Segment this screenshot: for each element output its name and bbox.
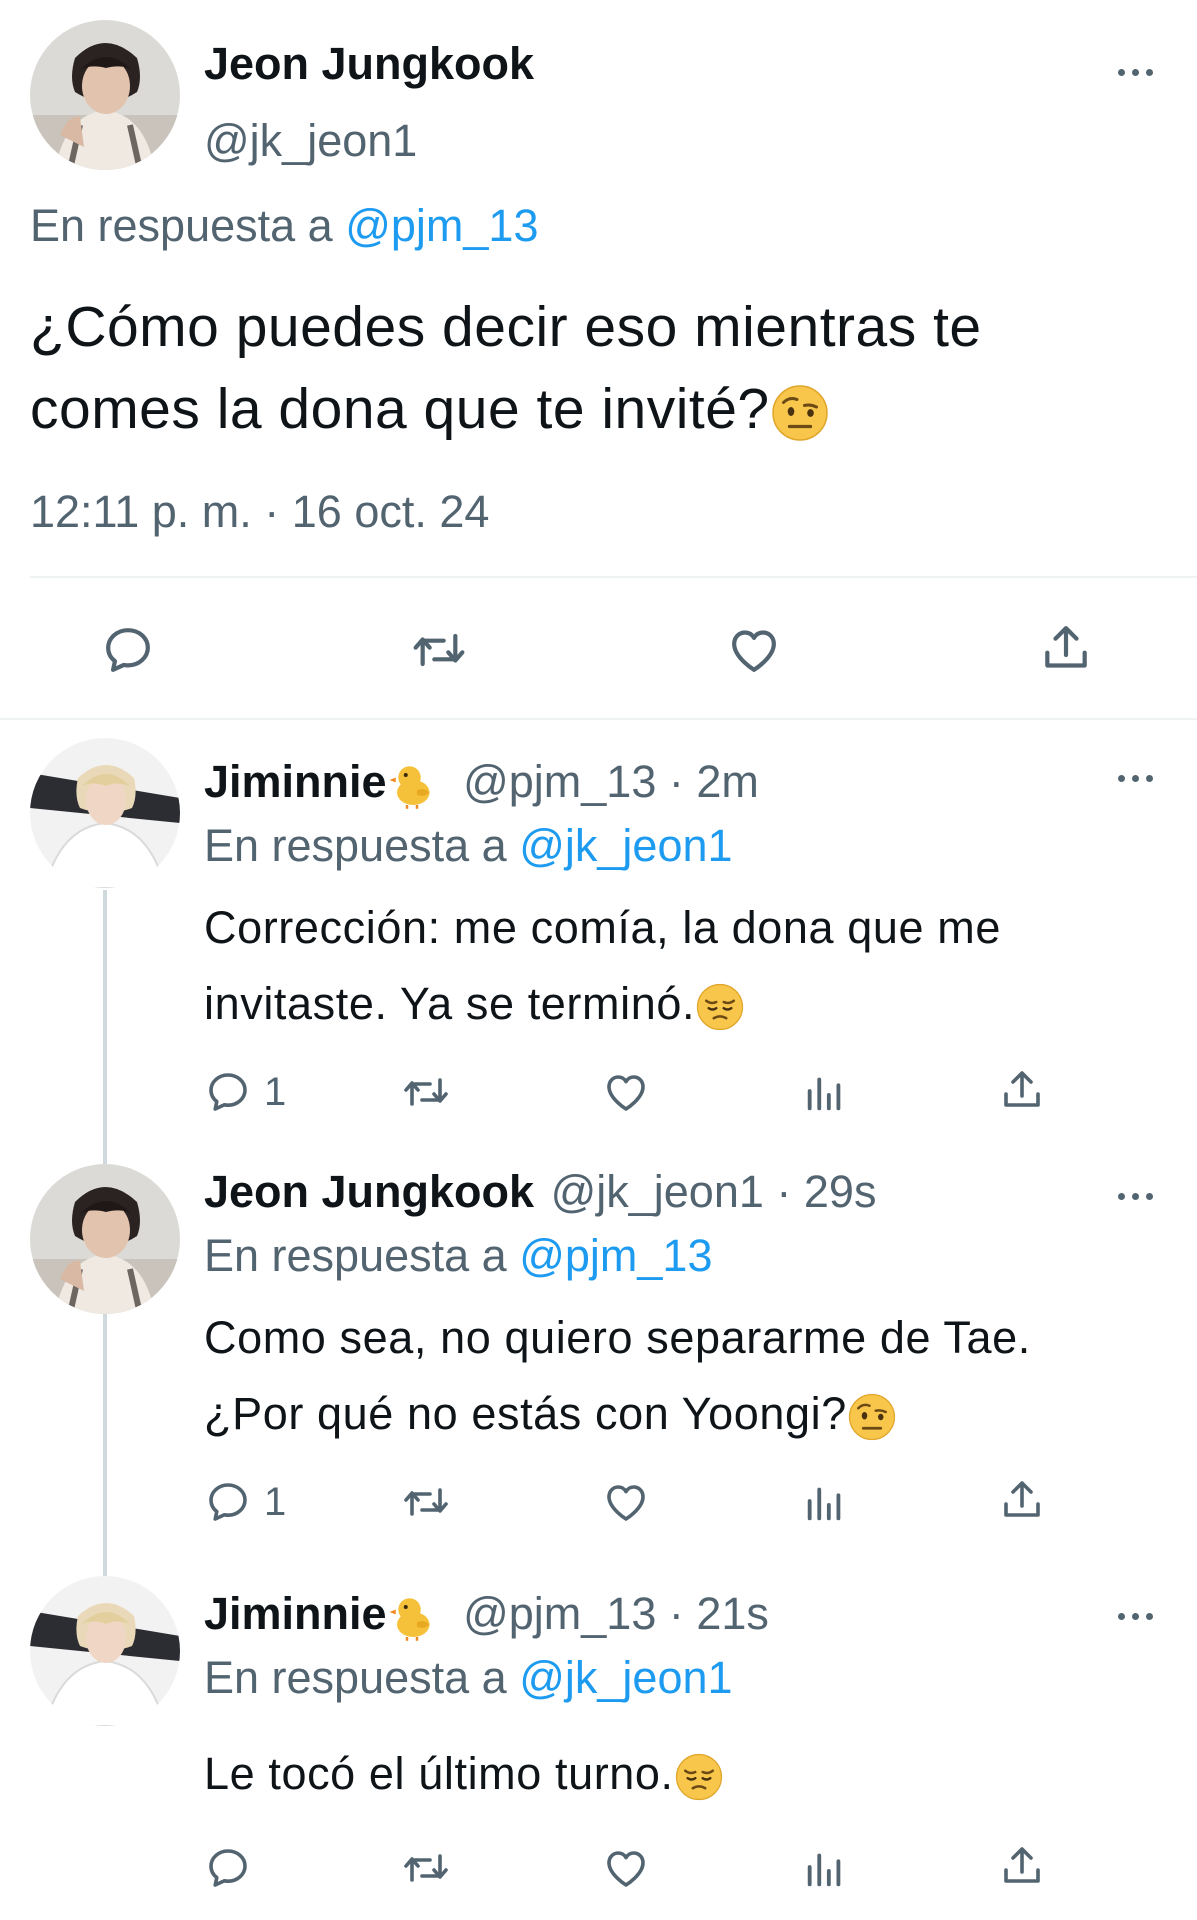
- face-with-raised-eyebrow-icon: [847, 1392, 897, 1442]
- face-with-raised-eyebrow-icon: [770, 383, 830, 443]
- share-icon[interactable]: [998, 1842, 1046, 1890]
- avatar[interactable]: [30, 738, 180, 888]
- avatar[interactable]: [30, 20, 180, 170]
- views-icon[interactable]: [802, 1480, 848, 1526]
- more-options-icon[interactable]: [1118, 66, 1158, 78]
- reply-icon[interactable]: [100, 622, 156, 678]
- reply-header: Jiminnie @pjm_13 · 21s: [204, 1588, 769, 1642]
- views-icon[interactable]: [802, 1070, 848, 1116]
- tweet-text-line-2: comes la dona que te invité?: [30, 377, 770, 441]
- author-display-name[interactable]: Jeon Jungkook: [204, 38, 534, 90]
- baby-chick-icon: [387, 760, 437, 810]
- more-options-icon[interactable]: [1118, 772, 1158, 784]
- tweet-text-line-2: invitaste. Ya se terminó.: [204, 978, 696, 1029]
- share-icon[interactable]: [1038, 620, 1094, 676]
- tweet-text: Le tocó el último turno.: [204, 1736, 724, 1812]
- author-handle[interactable]: @jk_jeon1: [204, 115, 417, 167]
- more-options-icon[interactable]: [1118, 1610, 1158, 1622]
- pensive-face-icon: [674, 1752, 724, 1802]
- reply-header: Jiminnie @pjm_13 · 2m: [204, 756, 759, 810]
- tweet-text-line: ¿Cómo puedes decir eso mientras te: [30, 295, 982, 359]
- reply-icon[interactable]: [204, 1844, 252, 1892]
- reply-context-prefix: En respuesta a: [204, 1230, 507, 1281]
- pensive-face-icon: [695, 982, 745, 1032]
- reply-count: 1: [264, 1480, 287, 1524]
- tweet-age[interactable]: · 29s: [776, 1166, 876, 1217]
- tweet-timestamp[interactable]: 12:11 p. m. · 16 oct. 24: [30, 486, 489, 538]
- reply-to-mention[interactable]: @jk_jeon1: [519, 1652, 732, 1703]
- reply-to-mention[interactable]: @jk_jeon1: [519, 820, 732, 871]
- reply-icon[interactable]: [204, 1478, 252, 1526]
- avatar[interactable]: [30, 1576, 180, 1726]
- tweet-text: Corrección: me comía, la dona que me inv…: [204, 890, 1001, 1042]
- tweet-text: Como sea, no quiero separarme de Tae. ¿P…: [204, 1300, 1031, 1452]
- retweet-icon[interactable]: [400, 1068, 452, 1116]
- avatar[interactable]: [30, 1164, 180, 1314]
- divider: [30, 576, 1197, 578]
- author-display-name[interactable]: Jeon Jungkook: [204, 1166, 534, 1217]
- like-icon[interactable]: [602, 1844, 650, 1892]
- reply-tweet[interactable]: Jeon Jungkook @jk_jeon1 · 29s En respues…: [0, 1130, 1197, 1550]
- like-icon[interactable]: [602, 1068, 650, 1116]
- share-icon[interactable]: [998, 1476, 1046, 1524]
- like-icon[interactable]: [726, 622, 782, 678]
- like-icon[interactable]: [602, 1478, 650, 1526]
- tweet-text: ¿Cómo puedes decir eso mientras te comes…: [30, 286, 982, 450]
- author-handle[interactable]: @pjm_13: [463, 1588, 656, 1639]
- reply-icon[interactable]: [204, 1068, 252, 1116]
- author-handle[interactable]: @jk_jeon1: [551, 1166, 764, 1217]
- author-display-name[interactable]: Jiminnie: [204, 756, 387, 807]
- reply-context: En respuesta a @jk_jeon1: [204, 820, 733, 872]
- reply-context: En respuesta a @pjm_13: [204, 1230, 713, 1282]
- retweet-icon[interactable]: [400, 1478, 452, 1526]
- tweet-text-line: comes la dona que te invité?: [30, 368, 982, 450]
- reply-context-prefix: En respuesta a: [204, 1652, 507, 1703]
- share-icon[interactable]: [998, 1066, 1046, 1114]
- tweet-age[interactable]: · 21s: [669, 1588, 769, 1639]
- reply-count: 1: [264, 1070, 287, 1114]
- main-tweet: Jeon Jungkook @jk_jeon1 En respuesta a @…: [0, 0, 1197, 720]
- views-icon[interactable]: [802, 1846, 848, 1892]
- tweet-text-line: Como sea, no quiero separarme de Tae.: [204, 1312, 1031, 1363]
- tweet-text-line: invitaste. Ya se terminó.: [204, 966, 1001, 1042]
- tweet-text-line-2: ¿Por qué no estás con Yoongi?: [204, 1388, 847, 1439]
- reply-context: En respuesta a @jk_jeon1: [204, 1652, 733, 1704]
- reply-context: En respuesta a @pjm_13: [30, 200, 539, 252]
- reply-context-prefix: En respuesta a: [204, 820, 507, 871]
- reply-tweet[interactable]: Jiminnie @pjm_13 · 2m En respuesta a @jk…: [0, 720, 1197, 1150]
- reply-context-prefix: En respuesta a: [30, 200, 333, 251]
- reply-header: Jeon Jungkook @jk_jeon1 · 29s: [204, 1166, 876, 1218]
- tweet-text-line: Le tocó el último turno.: [204, 1748, 674, 1799]
- author-handle[interactable]: @pjm_13: [463, 756, 656, 807]
- retweet-icon[interactable]: [400, 1844, 452, 1892]
- reply-to-mention[interactable]: @pjm_13: [345, 200, 538, 251]
- baby-chick-icon: [387, 1592, 437, 1642]
- more-options-icon[interactable]: [1118, 1190, 1158, 1202]
- author-display-name[interactable]: Jiminnie: [204, 1588, 387, 1639]
- reply-tweet[interactable]: Jiminnie @pjm_13 · 21s En respuesta a @j…: [0, 1556, 1197, 1920]
- tweet-text-line: Corrección: me comía, la dona que me: [204, 902, 1001, 953]
- tweet-text-line: ¿Por qué no estás con Yoongi?: [204, 1376, 1031, 1452]
- tweet-age[interactable]: · 2m: [669, 756, 759, 807]
- retweet-icon[interactable]: [409, 622, 469, 678]
- reply-to-mention[interactable]: @pjm_13: [519, 1230, 712, 1281]
